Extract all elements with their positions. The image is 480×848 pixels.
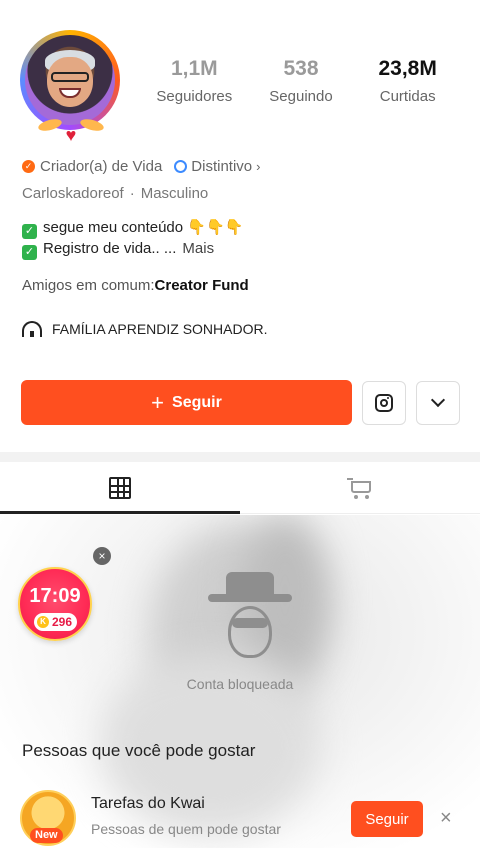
profile-meta: Carloskadoreof · Masculino: [22, 185, 208, 202]
likes-count: 23,8M: [378, 57, 437, 80]
grid-icon: [109, 476, 131, 499]
family-house-icon: [22, 321, 42, 337]
suggestions-title: Pessoas que você pode gostar: [22, 741, 256, 760]
suggestion-name: Tarefas do Kwai: [91, 795, 205, 812]
following-label: Seguindo: [269, 88, 333, 105]
tab-videos[interactable]: [0, 462, 240, 514]
followers-count: 1,1M: [170, 57, 218, 80]
avatar-face: [47, 57, 93, 107]
badge-icon: [174, 160, 188, 173]
chevron-right-icon: ›: [256, 159, 261, 174]
coin-count: 296: [52, 615, 73, 629]
new-badge: New: [30, 828, 63, 843]
avatar-glasses: [51, 72, 89, 82]
follow-button-label: Seguir: [172, 393, 222, 411]
profile-bio: ✓ segue meu conteúdo 👇👇👇 ✓ Registro de vid…: [22, 218, 243, 260]
stat-likes[interactable]: 23,8M Curtidas: [359, 56, 456, 116]
creator-check-icon: ✓: [22, 160, 35, 173]
profile-stats: 1,1M Seguidores 538 Seguindo 23,8M Curti…: [146, 56, 466, 116]
section-divider: [0, 452, 480, 462]
follow-button[interactable]: + Seguir: [21, 380, 352, 425]
profile-tags: ✓ Criador(a) de Vida Distintivo ›: [22, 158, 261, 175]
content-tabs: [0, 462, 480, 514]
frame-wing-right: [79, 117, 105, 133]
profile-avatar[interactable]: ♥: [14, 22, 126, 144]
badge-link[interactable]: Distintivo: [191, 158, 252, 175]
instagram-icon: [375, 393, 393, 412]
more-options-button[interactable]: [416, 380, 460, 425]
plus-icon: +: [151, 389, 165, 415]
heart-badge-icon: ♥: [65, 125, 77, 145]
check-mark-icon: ✓: [22, 224, 37, 239]
mutual-friends-label: Amigos em comum:: [22, 277, 155, 294]
suggestion-item[interactable]: New Tarefas do Kwai Pessoas de quem pode…: [20, 790, 466, 848]
username: Carloskadoreof: [22, 185, 124, 202]
stat-following[interactable]: 538 Seguindo: [253, 56, 350, 116]
timer-countdown: 17:09: [29, 585, 81, 607]
coin-icon: K: [37, 616, 49, 628]
instagram-button[interactable]: [362, 380, 406, 425]
profile-actions: + Seguir: [21, 380, 460, 425]
mutual-friends[interactable]: Amigos em comum:Creator Fund: [22, 277, 249, 294]
stat-followers[interactable]: 1,1M Seguidores: [146, 56, 243, 116]
likes-label: Curtidas: [379, 88, 436, 105]
gender: Masculino: [140, 185, 209, 202]
bio-line-2: ✓ Registro de vida.. ... Mais: [22, 239, 243, 260]
chevron-down-icon: [430, 392, 446, 408]
close-icon[interactable]: ×: [440, 808, 452, 828]
timer-close-button[interactable]: ×: [93, 547, 111, 565]
bio-more-link[interactable]: Mais: [182, 240, 214, 257]
blocked-account-icon: [208, 572, 292, 664]
cart-icon: [347, 477, 373, 499]
family-name: FAMÍLIA APRENDIZ SONHADOR.: [52, 321, 268, 337]
bio-text-2: Registro de vida.. ...: [43, 240, 177, 257]
suggestion-follow-button[interactable]: Seguir: [351, 801, 423, 837]
creator-tag[interactable]: Criador(a) de Vida: [40, 158, 162, 175]
check-mark-icon: ✓: [22, 245, 37, 260]
meta-separator: ·: [129, 185, 135, 202]
mutual-friend-name: Creator Fund: [154, 277, 249, 294]
bio-text-1: segue meu conteúdo 👇👇👇: [43, 219, 244, 236]
tab-shop[interactable]: [240, 462, 480, 513]
family-group[interactable]: FAMÍLIA APRENDIZ SONHADOR.: [22, 321, 268, 337]
following-count: 538: [283, 57, 319, 80]
coin-balance: K 296: [34, 613, 78, 631]
followers-label: Seguidores: [156, 88, 233, 105]
suggestion-subtitle: Pessoas de quem pode gostar: [91, 821, 281, 837]
reward-timer-widget[interactable]: 17:09 K 296: [18, 567, 92, 641]
bio-line-1: ✓ segue meu conteúdo 👇👇👇: [22, 218, 243, 239]
blocked-account-label: Conta bloqueada: [186, 676, 294, 692]
